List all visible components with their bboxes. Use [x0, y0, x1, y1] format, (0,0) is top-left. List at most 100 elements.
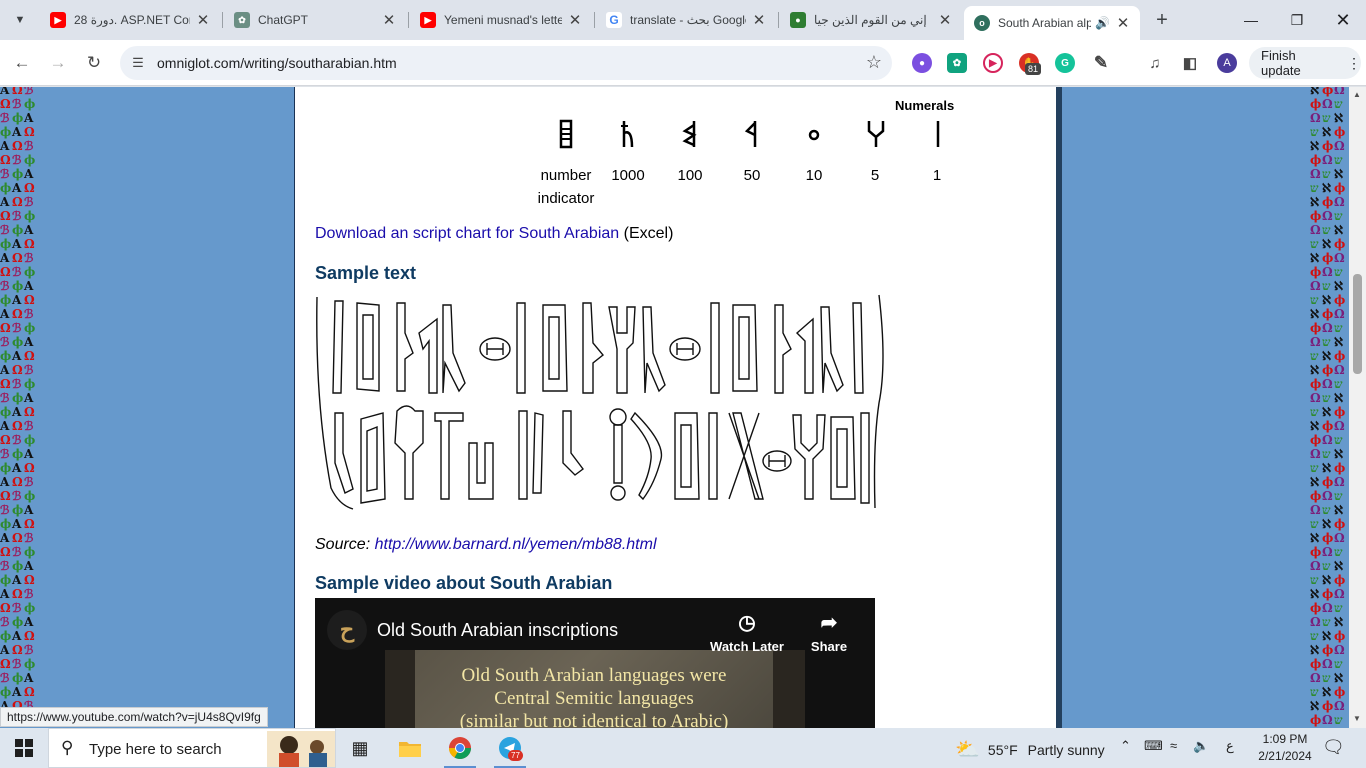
decorative-glyph: ϕ [0, 685, 12, 699]
vertical-scrollbar[interactable]: ▲ ▼ [1349, 87, 1366, 728]
decorative-glyph: ϕ [24, 209, 36, 223]
glyph-1000 [608, 119, 648, 153]
file-explorer-button[interactable] [386, 728, 434, 768]
decorative-glyph: ℵ [1322, 685, 1331, 699]
task-view-button[interactable]: ▦ [336, 728, 384, 768]
extension-video-icon[interactable]: ▶ [983, 53, 1003, 73]
google-icon: G [606, 12, 622, 28]
scroll-up-icon[interactable]: ▲ [1353, 90, 1361, 99]
close-icon[interactable]: ✕ [752, 11, 766, 29]
tab-aspnet[interactable]: ▶ دورة 28. ASP.NET Core ✕ [40, 6, 220, 34]
tab-translate[interactable]: G translate - بحث Google ✕ [596, 6, 776, 34]
decorative-glyph: Ω [12, 475, 23, 489]
scrollbar-thumb[interactable] [1353, 274, 1362, 374]
decorative-glyph: ש [1334, 489, 1343, 503]
minimize-button[interactable]: — [1228, 0, 1274, 40]
chevron-up-icon[interactable]: ⌃ [1120, 738, 1131, 754]
decorative-glyph: ϕ [1334, 573, 1346, 587]
extensions-puzzle-icon[interactable]: ✎ [1091, 53, 1111, 73]
decorative-glyph: A [12, 573, 22, 587]
close-icon[interactable]: ✕ [1116, 14, 1130, 32]
close-icon[interactable]: ✕ [382, 11, 396, 29]
site-info-icon[interactable]: ☰ [128, 53, 148, 73]
finish-update-button[interactable]: Finish update ⋮ [1249, 47, 1361, 79]
decorative-glyph: ℵ [1310, 531, 1319, 545]
weather-widget[interactable]: ⛅ 55°F Partly sunny [955, 737, 1105, 762]
decorative-glyph: Ω [1334, 531, 1345, 545]
download-chart-link[interactable]: Download an script chart for South Arabi… [315, 225, 619, 242]
bookmark-star-icon[interactable]: ☆ [866, 52, 882, 73]
channel-avatar[interactable]: ح [327, 610, 367, 650]
decorative-glyph: Ω [1310, 503, 1321, 517]
close-icon: ✕ [1335, 9, 1351, 30]
decorative-glyph: A [0, 419, 10, 433]
new-tab-button[interactable]: + [1150, 8, 1174, 32]
decorative-glyph: ϕ [1322, 475, 1334, 489]
keyboard-icon[interactable]: ⌨ [1144, 738, 1163, 754]
decorative-glyph: A [12, 685, 22, 699]
address-bar[interactable]: ☰ omniglot.com/writing/southarabian.htm … [120, 46, 892, 80]
close-icon[interactable]: ✕ [196, 11, 210, 29]
omniglot-icon: o [974, 15, 990, 31]
decorative-border-right: ℵϕΩϕΩשΩשℵשℵϕℵϕΩϕΩשΩשℵשℵϕℵϕΩϕΩשΩשℵשℵϕℵϕΩϕ… [1308, 87, 1350, 728]
tab-south-arabian[interactable]: o South Arabian alphabet 🔊 ✕ [964, 6, 1140, 40]
start-button[interactable] [0, 728, 48, 768]
wifi-icon[interactable]: ≈ [1170, 738, 1177, 753]
decorative-glyph: ℵ [1310, 363, 1319, 377]
side-panel-icon[interactable]: ◧ [1180, 53, 1200, 73]
reload-button[interactable]: ↻ [80, 49, 108, 77]
decorative-glyph: ϕ [0, 125, 12, 139]
glyph-number-indicator [546, 119, 586, 153]
speaker-icon[interactable]: 🔊 [1095, 16, 1110, 30]
chrome-taskbar-button[interactable] [436, 728, 484, 768]
decorative-glyph: A [0, 363, 10, 377]
extension-grammarly-icon[interactable]: G [1055, 53, 1075, 73]
decorative-glyph: ש [1310, 181, 1319, 195]
source-link[interactable]: http://www.barnard.nl/yemen/mb88.html [375, 536, 657, 553]
decorative-glyph: A [12, 237, 22, 251]
extension-screen-recorder-icon[interactable]: ● [912, 53, 932, 73]
extension-chatgpt-icon[interactable]: ✿ [947, 53, 967, 73]
decorative-glyph: ϕ [12, 111, 24, 125]
url-text[interactable]: omniglot.com/writing/southarabian.htm [157, 55, 397, 71]
close-icon[interactable]: ✕ [568, 11, 582, 29]
decorative-glyph: ϕ [1322, 643, 1334, 657]
decorative-glyph: ϕ [1334, 629, 1346, 643]
decorative-glyph: A [24, 391, 34, 405]
decorative-glyph: Ω [24, 237, 35, 251]
tab-chatgpt[interactable]: ✿ ChatGPT ✕ [224, 6, 406, 34]
volume-icon[interactable]: 🔈 [1193, 738, 1209, 754]
video-title[interactable]: Old South Arabian inscriptions [377, 620, 618, 641]
tab-yemeni-musnad[interactable]: ▶ Yemeni musnad's letters ✕ [410, 6, 592, 34]
back-button[interactable]: ← [8, 49, 36, 77]
youtube-embed[interactable]: ح Old South Arabian inscriptions ◷ Watch… [315, 598, 875, 728]
chevron-down-icon: ▼ [14, 14, 26, 26]
decorative-glyph: Ω [1322, 153, 1333, 167]
decorative-glyph: Ω [24, 293, 35, 307]
decorative-glyph: ϕ [12, 391, 24, 405]
watch-later-button[interactable]: ◷ Watch Later [707, 610, 787, 654]
decorative-glyph: Ω [1334, 195, 1345, 209]
decorative-glyph: Ω [0, 153, 11, 167]
scroll-down-icon[interactable]: ▼ [1353, 714, 1361, 723]
notification-icon[interactable]: 🗨 [1322, 737, 1345, 758]
tab-search-button[interactable]: ▼ [6, 8, 34, 32]
profile-avatar[interactable]: A [1217, 53, 1237, 73]
decorative-glyph: ϕ [1322, 419, 1334, 433]
restore-button[interactable]: ❐ [1274, 0, 1320, 40]
telegram-taskbar-button[interactable]: 77 [486, 728, 534, 768]
media-control-icon[interactable]: ♫ [1145, 53, 1165, 73]
extension-badge: 81 [1025, 63, 1042, 75]
forward-button[interactable]: → [44, 49, 72, 77]
system-clock[interactable]: 1:09 PM 2/21/2024 [1245, 731, 1325, 765]
decorative-glyph: A [24, 447, 34, 461]
tab-arabic-page[interactable]: ● إني من القوم الذين جيا ✕ [780, 6, 962, 34]
input-language[interactable]: ع [1226, 738, 1234, 754]
close-window-button[interactable]: ✕ [1320, 0, 1366, 40]
share-button[interactable]: ➦ Share [789, 610, 869, 654]
close-icon[interactable]: ✕ [938, 11, 952, 29]
arrow-right-icon: → [49, 53, 67, 72]
decorative-glyph: ℵ [1322, 461, 1331, 475]
chrome-icon [449, 737, 471, 759]
taskbar-search-box[interactable]: ⚲ Type here to search [48, 728, 336, 768]
